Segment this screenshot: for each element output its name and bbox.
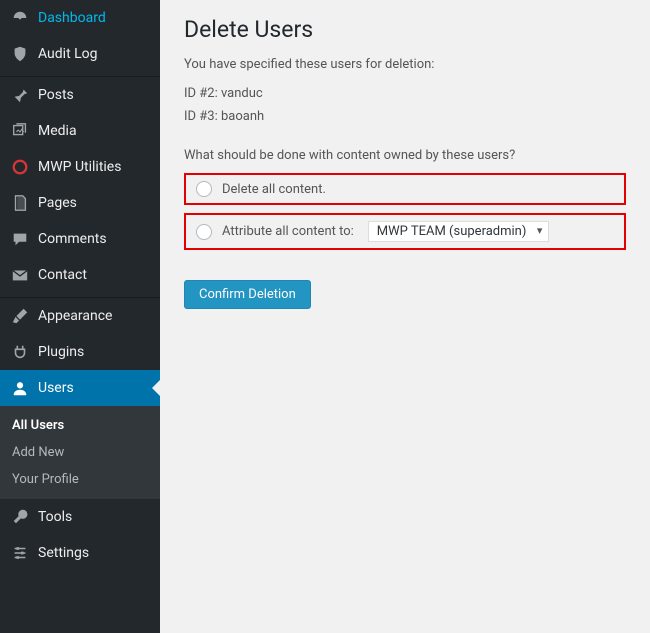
sidebar-item-label: Plugins <box>38 344 84 360</box>
sidebar-item-appearance[interactable]: Appearance <box>0 298 160 334</box>
sidebar-item-posts[interactable]: Posts <box>0 77 160 113</box>
ring-icon <box>10 157 30 177</box>
sidebar-item-label: Posts <box>38 87 74 103</box>
media-icon <box>10 121 30 141</box>
sidebar-item-label: Users <box>38 380 74 396</box>
sidebar-item-label: Tools <box>38 509 72 525</box>
intro-text: You have specified these users for delet… <box>184 57 626 72</box>
sidebar-item-comments[interactable]: Comments <box>0 221 160 257</box>
brush-icon <box>10 306 30 326</box>
comments-icon <box>10 229 30 249</box>
admin-sidebar: Dashboard Audit Log Posts Media MWP Utilitie… <box>0 0 160 633</box>
option-delete-label: Delete all content. <box>222 182 326 197</box>
sidebar-item-label: Contact <box>38 267 87 283</box>
sidebar-item-tools[interactable]: Tools <box>0 499 160 535</box>
sidebar-item-settings[interactable]: Settings <box>0 535 160 571</box>
pin-icon <box>10 85 30 105</box>
attribute-user-select[interactable]: MWP TEAM (superadmin) <box>368 221 550 242</box>
sidebar-item-plugins[interactable]: Plugins <box>0 334 160 370</box>
sidebar-item-label: Comments <box>38 231 107 247</box>
confirm-deletion-button[interactable]: Confirm Deletion <box>184 280 311 309</box>
radio-delete-all[interactable] <box>196 181 212 197</box>
confirm-label: Confirm Deletion <box>199 287 296 302</box>
sidebar-item-label: Appearance <box>38 308 112 324</box>
page-title: Delete Users <box>184 16 626 43</box>
submenu-item-add-new[interactable]: Add New <box>0 439 160 466</box>
users-submenu: All UsersAdd NewYour Profile <box>0 406 160 499</box>
sidebar-item-dashboard[interactable]: Dashboard <box>0 0 160 36</box>
sidebar-item-pages[interactable]: Pages <box>0 185 160 221</box>
user-entry: ID #2: vanduc <box>184 86 626 101</box>
sidebar-item-label: Pages <box>38 195 77 211</box>
option-attribute-label: Attribute all content to: <box>222 224 354 239</box>
user-icon <box>10 378 30 398</box>
sidebar-item-label: Dashboard <box>38 10 106 26</box>
sidebar-item-label: Settings <box>38 545 89 561</box>
sidebar-item-label: Media <box>38 123 77 139</box>
sidebar-item-audit-log[interactable]: Audit Log <box>0 36 160 72</box>
option-delete-all[interactable]: Delete all content. <box>184 173 626 205</box>
sliders-icon <box>10 543 30 563</box>
submenu-item-all-users[interactable]: All Users <box>0 412 160 439</box>
wrench-icon <box>10 507 30 527</box>
option-attribute[interactable]: Attribute all content to: MWP TEAM (supe… <box>184 213 626 250</box>
sidebar-item-media[interactable]: Media <box>0 113 160 149</box>
sidebar-item-contact[interactable]: Contact <box>0 257 160 293</box>
submenu-item-your-profile[interactable]: Your Profile <box>0 466 160 493</box>
pages-icon <box>10 193 30 213</box>
content-prompt: What should be done with content owned b… <box>184 148 626 163</box>
sidebar-item-mwp-utilities[interactable]: MWP Utilities <box>0 149 160 185</box>
shield-icon <box>10 44 30 64</box>
sidebar-item-users[interactable]: Users <box>0 370 160 406</box>
user-list: ID #2: vanduc ID #3: baoanh <box>184 86 626 124</box>
radio-attribute[interactable] <box>196 224 212 240</box>
attribute-user-value: MWP TEAM (superadmin) <box>377 224 527 239</box>
dashboard-icon <box>10 8 30 28</box>
plug-icon <box>10 342 30 362</box>
main-content: Delete Users You have specified these us… <box>160 0 650 633</box>
mail-icon <box>10 265 30 285</box>
sidebar-item-label: Audit Log <box>38 46 98 62</box>
sidebar-item-label: MWP Utilities <box>38 159 121 175</box>
user-entry: ID #3: baoanh <box>184 109 626 124</box>
